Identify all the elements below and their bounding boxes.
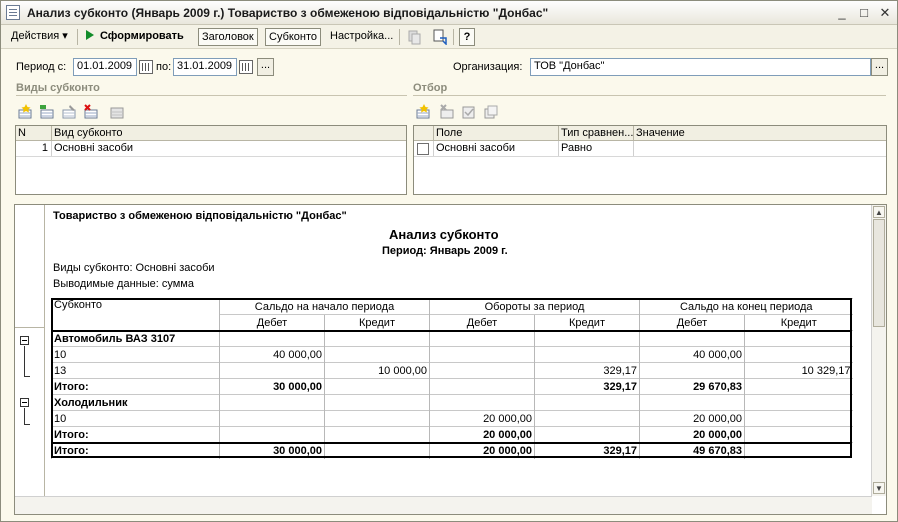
table-row[interactable]: Итого: 20 000,00 20 000,00	[51, 426, 853, 443]
table-row[interactable]: Основні засоби Равно	[414, 141, 886, 157]
column-header-n[interactable]: N	[16, 126, 52, 140]
add-row-icon[interactable]	[17, 104, 33, 120]
group-gutter	[15, 205, 45, 496]
period-from-label: Период с:	[16, 61, 67, 73]
settings-button[interactable]: Настройка...	[327, 28, 396, 46]
document-icon	[6, 5, 20, 20]
column-header-compare[interactable]: Тип сравнен...	[559, 126, 634, 140]
copy-row-icon[interactable]	[39, 104, 55, 120]
clear-rows-icon[interactable]	[109, 104, 125, 120]
calendar-icon[interactable]	[139, 60, 153, 74]
export-icon[interactable]	[432, 29, 448, 45]
report-company: Товариство з обмеженою відповідальністю …	[53, 210, 347, 222]
report-period: Период: Январь 2009 г.	[382, 245, 508, 257]
title-bar: Анализ субконто (Январь 2009 г.) Товарис…	[1, 1, 897, 25]
window-title: Анализ субконто (Январь 2009 г.) Товарис…	[27, 6, 549, 20]
table-row[interactable]: Автомобиль ВАЗ 3107	[51, 330, 853, 347]
header-start-balance: Сальдо на начало периода	[219, 298, 430, 315]
header-end-balance: Сальдо на конец периода	[639, 298, 853, 315]
period-from-input[interactable]: 01.01.2009	[73, 58, 137, 76]
subconto-toolbar	[17, 104, 137, 122]
period-select-button[interactable]: ...	[257, 58, 274, 76]
generate-button[interactable]: Сформировать	[83, 28, 187, 46]
table-row[interactable]: Холодильник	[51, 394, 853, 411]
table-row[interactable]: 10 40 000,00 40 000,00	[51, 346, 853, 363]
filter-toolbar	[415, 104, 515, 122]
filter-title: Отбор	[413, 82, 448, 94]
report-table: Субконто Сальдо на начало периода Оборот…	[51, 298, 853, 459]
close-button[interactable]: ✕	[877, 5, 893, 21]
calendar-icon[interactable]	[239, 60, 253, 74]
horizontal-scrollbar[interactable]	[15, 496, 872, 514]
period-to-input[interactable]: 31.01.2009	[173, 58, 237, 76]
scroll-thumb[interactable]	[873, 219, 885, 327]
collapse-group-icon[interactable]	[20, 398, 29, 407]
subconto-types-title: Виды субконто	[16, 82, 100, 94]
period-to-label: по:	[156, 61, 172, 73]
header-toggle-button[interactable]: Заголовок	[198, 28, 258, 46]
filter-use-checkbox[interactable]	[417, 143, 429, 155]
organization-select-button[interactable]: ...	[871, 58, 888, 76]
subconto-toggle-button[interactable]: Субконто	[265, 28, 322, 46]
scroll-down-icon[interactable]: ▼	[873, 482, 885, 494]
organization-input[interactable]: ТОВ "Донбас"	[530, 58, 871, 76]
report-spreadsheet[interactable]: Товариство з обмеженою відповідальністю …	[14, 204, 887, 515]
vertical-scrollbar[interactable]: ▲ ▼	[871, 205, 886, 496]
subconto-types-grid[interactable]: N Вид субконто 1 Основні засоби	[15, 125, 407, 195]
collapse-group-icon[interactable]	[20, 336, 29, 345]
check-all-icon[interactable]	[461, 104, 477, 120]
table-row[interactable]: 13 10 000,00 329,17 10 329,17	[51, 362, 853, 379]
toolbar: Действия ▾ Сформировать Заголовок Субкон…	[1, 25, 897, 49]
edit-row-icon[interactable]	[61, 104, 77, 120]
copy-disabled-icon[interactable]	[406, 29, 422, 45]
table-row[interactable]: Итого: 30 000,00 329,17 29 670,83	[51, 378, 853, 395]
table-row[interactable]: 10 20 000,00 20 000,00	[51, 410, 853, 427]
play-icon	[86, 30, 94, 40]
maximize-button[interactable]: □	[856, 5, 872, 21]
table-row[interactable]: 1 Основні засоби	[16, 141, 406, 157]
header-subconto: Субконто	[51, 298, 220, 331]
uncheck-all-icon[interactable]	[483, 104, 499, 120]
organization-label: Организация:	[453, 61, 523, 73]
header-turnover: Обороты за период	[429, 298, 640, 315]
main-window: Анализ субконто (Январь 2009 г.) Товарис…	[0, 0, 898, 522]
column-header-field[interactable]: Поле	[434, 126, 559, 140]
column-header-value[interactable]: Значение	[634, 126, 886, 140]
minimize-button[interactable]: _	[834, 5, 850, 21]
report-output-line: Выводимые данные: сумма	[53, 278, 194, 290]
help-button[interactable]: ?	[459, 28, 475, 46]
delete-filter-icon[interactable]	[439, 104, 455, 120]
column-header-type[interactable]: Вид субконто	[52, 126, 406, 140]
filter-grid[interactable]: Поле Тип сравнен... Значение Основні зас…	[413, 125, 887, 195]
table-row[interactable]: Итого: 30 000,00 20 000,00 329,17 49 670,83	[51, 442, 853, 459]
delete-row-icon[interactable]	[83, 104, 99, 120]
add-filter-icon[interactable]	[415, 104, 431, 120]
scroll-up-icon[interactable]: ▲	[873, 206, 885, 218]
report-title: Анализ субконто	[389, 227, 499, 242]
report-types-line: Виды субконто: Основні засоби	[53, 262, 215, 274]
actions-menu[interactable]: Действия ▾	[8, 28, 71, 46]
